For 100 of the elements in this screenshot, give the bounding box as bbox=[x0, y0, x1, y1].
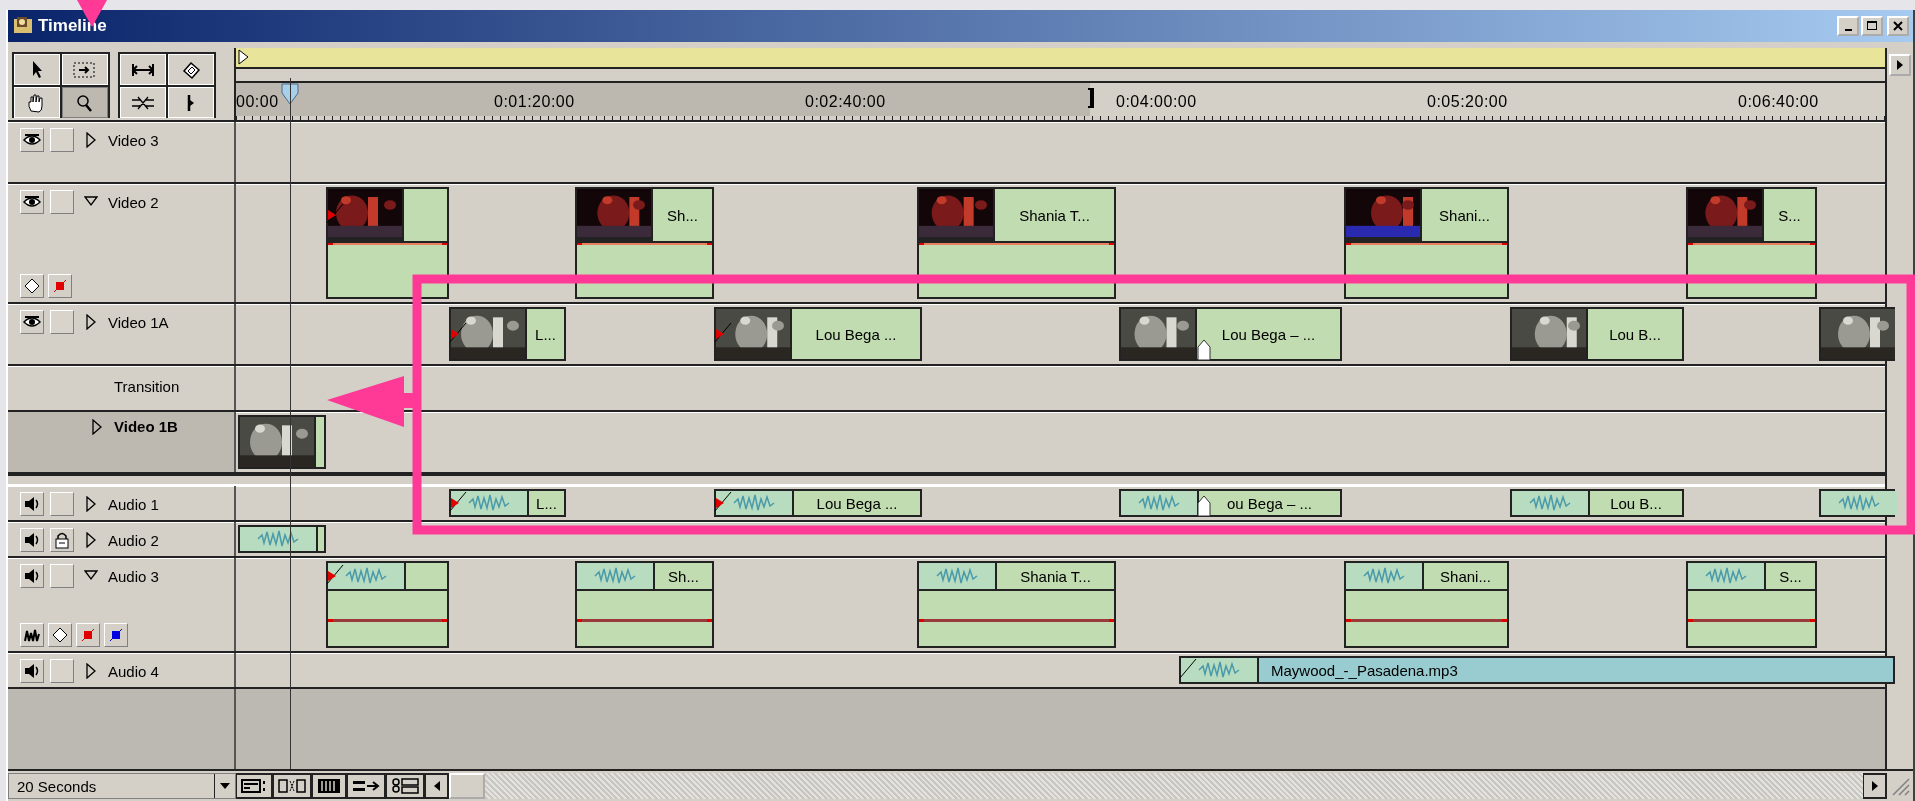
time-ruler[interactable]: 00:00 0:01:20:00 0:02:40:00 0:04:00:00 0:05:20:00 0:06:40:00 bbox=[236, 81, 1885, 120]
film-strip-button[interactable] bbox=[312, 773, 347, 799]
track-name: Video 1B bbox=[114, 418, 178, 435]
film-tool[interactable] bbox=[168, 54, 214, 85]
track-options-icon bbox=[390, 777, 420, 795]
clip[interactable] bbox=[238, 415, 326, 469]
rubber-band-line[interactable] bbox=[919, 618, 1114, 622]
clip[interactable]: Maywood_-_Pasadena.mp3 bbox=[1179, 656, 1895, 684]
waveform-icon bbox=[1346, 563, 1422, 589]
track-name: Audio 2 bbox=[108, 531, 159, 549]
eye-icon[interactable] bbox=[20, 128, 44, 152]
eye-icon[interactable] bbox=[20, 190, 44, 214]
clip[interactable]: L... bbox=[449, 307, 566, 361]
track-name: Video 3 bbox=[108, 131, 159, 149]
lock-toggle[interactable] bbox=[50, 492, 74, 516]
rubber-band-line[interactable] bbox=[1688, 618, 1815, 622]
lock-toggle[interactable] bbox=[50, 190, 74, 214]
track-header[interactable]: Audio 4 bbox=[8, 653, 236, 687]
playhead-handle[interactable] bbox=[281, 83, 299, 105]
waveform-icon bbox=[240, 527, 316, 551]
left-arrow-icon bbox=[432, 780, 441, 792]
track-header[interactable]: Video 2 bbox=[8, 184, 236, 302]
track-header[interactable]: Audio 3 bbox=[8, 558, 236, 651]
arrow-tool[interactable] bbox=[14, 54, 60, 85]
work-area-end-icon[interactable] bbox=[1086, 87, 1096, 109]
scroll-thumb[interactable] bbox=[449, 773, 485, 799]
clip[interactable] bbox=[326, 561, 449, 648]
bar-marker-icon bbox=[187, 93, 195, 112]
track-header[interactable]: Audio 1 bbox=[8, 486, 236, 520]
expand-triangle-icon[interactable] bbox=[84, 532, 98, 548]
expand-triangle-icon[interactable] bbox=[84, 132, 98, 148]
clip-label: S... bbox=[1766, 563, 1815, 589]
clip-label: Sh... bbox=[655, 563, 712, 589]
in-point-icon bbox=[327, 564, 345, 586]
clip[interactable]: ou Bega – ... bbox=[1119, 489, 1342, 517]
track-name: Audio 1 bbox=[108, 495, 159, 513]
waveform-icon bbox=[716, 491, 792, 515]
shift-tracks-button[interactable] bbox=[347, 773, 386, 799]
time-label: 0:05:20:00 bbox=[1427, 93, 1508, 111]
close-button[interactable] bbox=[1887, 16, 1909, 36]
maximize-button[interactable] bbox=[1861, 16, 1883, 36]
rubber-band-line[interactable] bbox=[577, 618, 712, 622]
expand-triangle-icon[interactable] bbox=[90, 418, 104, 435]
marker-tool[interactable] bbox=[168, 87, 214, 118]
lock-toggle[interactable] bbox=[50, 528, 74, 552]
expand-triangle-icon[interactable] bbox=[84, 314, 98, 330]
eye-icon[interactable] bbox=[20, 310, 44, 334]
zoom-dropdown[interactable]: 20 Seconds bbox=[8, 773, 236, 799]
minimize-button[interactable] bbox=[1837, 16, 1859, 36]
scroll-right-button[interactable] bbox=[1863, 773, 1887, 799]
clip-label bbox=[318, 527, 324, 551]
clip[interactable] bbox=[1819, 489, 1895, 517]
clip[interactable]: Lou B... bbox=[1510, 307, 1684, 361]
expand-triangle-icon[interactable] bbox=[84, 496, 98, 512]
clip-label: Sh... bbox=[653, 189, 712, 241]
stretch-tool[interactable] bbox=[120, 54, 166, 85]
clip[interactable]: Lou Bega – ... bbox=[1119, 307, 1342, 361]
rubber-band-line[interactable] bbox=[1346, 618, 1507, 622]
track-format-icon bbox=[240, 777, 268, 795]
lock-toggle[interactable] bbox=[50, 128, 74, 152]
lock-toggle[interactable] bbox=[50, 564, 74, 588]
speaker-icon[interactable] bbox=[20, 528, 44, 552]
waveform-toggle-icon[interactable] bbox=[20, 623, 44, 647]
scroll-left-button[interactable] bbox=[425, 773, 449, 799]
cross-tool[interactable] bbox=[120, 87, 166, 118]
opacity-handle-icon[interactable] bbox=[48, 274, 72, 298]
clip[interactable]: Lou B... bbox=[1510, 489, 1684, 517]
clip[interactable] bbox=[326, 187, 449, 299]
speaker-icon[interactable] bbox=[20, 492, 44, 516]
snap-edges-button[interactable] bbox=[273, 773, 312, 799]
clip[interactable]: Lou Bega ... bbox=[714, 489, 922, 517]
marquee-tool[interactable] bbox=[62, 54, 108, 85]
clip[interactable]: L... bbox=[449, 489, 566, 517]
work-area-bar[interactable] bbox=[236, 48, 1885, 69]
track-header[interactable]: Transition bbox=[8, 366, 236, 410]
work-area-start-icon[interactable] bbox=[238, 49, 250, 65]
lock-toggle[interactable] bbox=[50, 659, 74, 683]
lock-toggle[interactable] bbox=[50, 310, 74, 334]
clip[interactable] bbox=[238, 525, 326, 553]
track-header[interactable]: Audio 2 bbox=[8, 522, 236, 556]
speaker-icon[interactable] bbox=[20, 659, 44, 683]
speaker-icon[interactable] bbox=[20, 564, 44, 588]
rubber-band-line[interactable] bbox=[328, 618, 447, 622]
hand-tool[interactable] bbox=[14, 87, 60, 118]
clip-label bbox=[316, 417, 324, 467]
zoom-tool[interactable] bbox=[62, 87, 108, 118]
expand-triangle-icon[interactable] bbox=[84, 663, 98, 679]
track-header[interactable]: Video 1B bbox=[8, 412, 236, 472]
in-point-icon bbox=[1180, 658, 1198, 680]
pan-handle-icon[interactable] bbox=[104, 623, 128, 647]
waveform-icon bbox=[577, 563, 653, 589]
in-point-icon bbox=[327, 203, 345, 225]
clip[interactable]: Lou Bega ... bbox=[714, 307, 922, 361]
time-label: 0:04:00:00 bbox=[1116, 93, 1197, 111]
opacity-handle-icon[interactable] bbox=[76, 623, 100, 647]
track-header[interactable]: Video 3 bbox=[8, 122, 236, 182]
track-header[interactable]: Video 1A bbox=[8, 304, 236, 364]
clip-label: Shania T... bbox=[995, 189, 1114, 241]
in-point-icon bbox=[450, 322, 468, 344]
close-icon bbox=[1892, 20, 1904, 32]
